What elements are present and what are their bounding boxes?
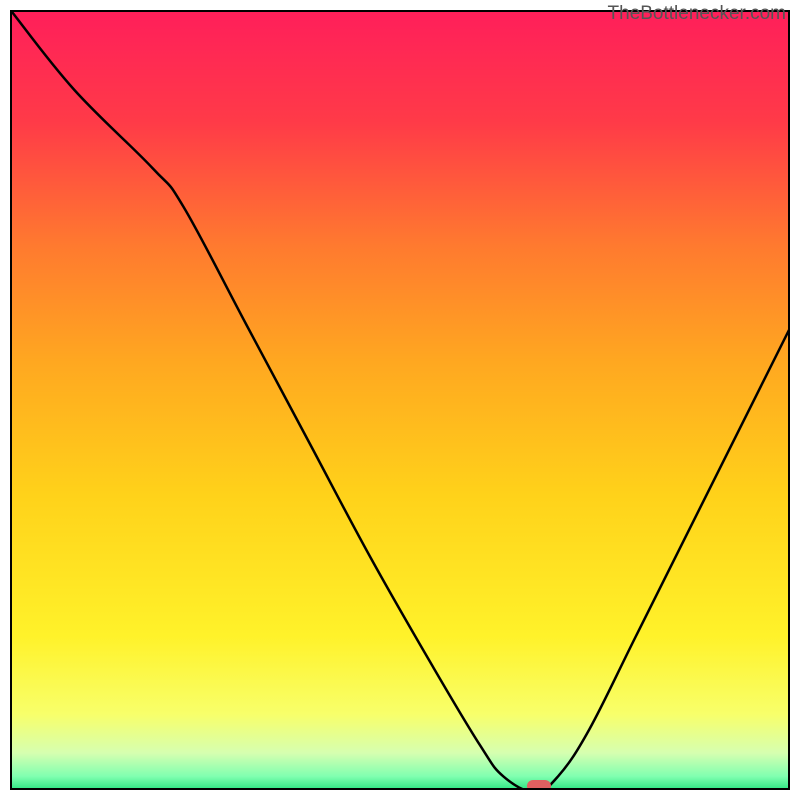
bottleneck-chart: TheBottlenecker.com — [0, 0, 800, 800]
bottleneck-curve — [12, 12, 790, 790]
attribution-label: TheBottlenecker.com — [608, 3, 786, 25]
plot-area — [10, 10, 790, 790]
optimal-marker — [527, 780, 551, 790]
